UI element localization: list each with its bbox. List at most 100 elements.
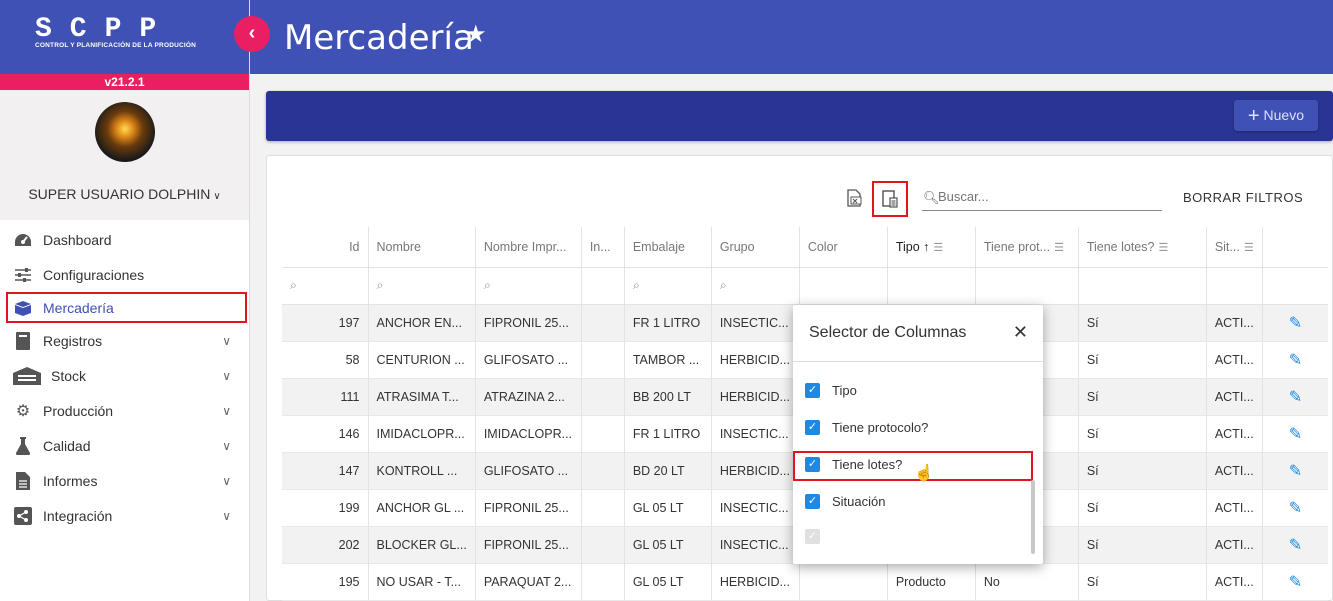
edit-button[interactable]: ✎ [1262, 341, 1329, 379]
filter-cell[interactable]: ⌕ [711, 267, 800, 305]
filter-cell[interactable]: ⌕ [624, 267, 712, 305]
edit-button[interactable]: ✎ [1262, 489, 1329, 527]
chevron-down-icon: ∨ [222, 473, 231, 488]
share-icon [13, 506, 33, 525]
cell-nombre: IMIDACLOPR... [368, 415, 476, 453]
edit-button[interactable]: ✎ [1262, 563, 1329, 601]
cell-situacion: ACTI... [1206, 563, 1263, 601]
column-header-nombre[interactable]: Nombre [368, 227, 476, 268]
column-chooser-button[interactable] [872, 181, 908, 217]
version-label: v21.2.1 [0, 74, 249, 90]
cell-situacion: ACTI... [1206, 378, 1263, 416]
column-option-disabled: ✓ [805, 529, 832, 544]
edit-button[interactable]: ✎ [1262, 415, 1329, 453]
column-header-tipo[interactable]: Tipo ↑ ☰ [887, 227, 976, 268]
column-header-label: Sit... [1214, 239, 1240, 254]
column-header-tiene-protocolo[interactable]: Tiene prot... ☰ [975, 227, 1079, 268]
close-icon[interactable]: ✕ [1013, 322, 1028, 343]
column-header-id[interactable]: Id [282, 227, 369, 268]
export-excel-button[interactable] [847, 189, 865, 207]
new-button[interactable]: + Nuevo [1233, 100, 1318, 131]
sidebar-item-dashboard[interactable]: Dashboard [0, 222, 249, 257]
plus-icon: + [1247, 105, 1260, 127]
column-option-situacion[interactable]: ✓ Situación [805, 494, 885, 509]
chevron-down-icon: ∨ [213, 191, 221, 202]
column-option-tipo[interactable]: ✓ Tipo [805, 383, 857, 398]
column-header-grupo[interactable]: Grupo [711, 227, 800, 268]
column-header-label: Nombre [376, 239, 421, 254]
filter-cell[interactable]: ⌕ [475, 267, 582, 305]
cell-nombre-impresion: IMIDACLOPR... [475, 415, 582, 453]
checkbox-checked[interactable]: ✓ [805, 494, 820, 509]
edit-button[interactable]: ✎ [1262, 526, 1329, 564]
collapse-sidebar-button[interactable]: ‹ [234, 16, 270, 52]
dialog-title: Selector de Columnas [809, 324, 967, 341]
cell-nombre-impresion: ATRAZINA 2... [475, 378, 582, 416]
sidebar-item-mercaderia[interactable]: Mercadería [6, 292, 247, 323]
chevron-left-icon: ‹ [248, 22, 256, 44]
cell-grupo: HERBICID... [711, 452, 800, 490]
table-row[interactable]: 195 NO USAR - T... PARAQUAT 2... GL 05 LT HE… [282, 563, 1329, 601]
cell-grupo: INSECTIC... [711, 304, 800, 342]
cell-in [581, 452, 625, 490]
scrollbar[interactable] [1031, 480, 1035, 554]
sidebar-item-stock[interactable]: Stock ∨ [0, 358, 249, 393]
column-header-situacion[interactable]: Sit... ☰ [1206, 227, 1263, 268]
edit-icon: ✎ [1288, 573, 1303, 591]
clear-filters-button[interactable]: BORRAR FILTROS [1183, 190, 1303, 205]
sidebar-item-calidad[interactable]: Calidad ∨ [0, 428, 249, 463]
cell-embalaje: BD 20 LT [624, 452, 712, 490]
sidebar-item-integracion[interactable]: Integración ∨ [0, 498, 249, 533]
sidebar-item-label: Stock [51, 367, 87, 384]
filter-icon[interactable]: ☰ [933, 242, 943, 254]
chevron-down-icon: ∨ [222, 403, 231, 418]
favorite-star-icon[interactable]: ★ [465, 20, 487, 49]
filter-cell[interactable]: ⌕ [282, 267, 369, 305]
filter-icon[interactable]: ☰ [1158, 242, 1168, 254]
cell-tiene-lotes: Sí [1078, 341, 1207, 379]
column-header-color[interactable]: Color [799, 227, 888, 268]
edit-button[interactable]: ✎ [1262, 304, 1329, 342]
column-header-tiene-lotes[interactable]: Tiene lotes? ☰ [1078, 227, 1207, 268]
cell-id: 147 [282, 452, 369, 490]
checkbox-checked[interactable]: ✓ [805, 420, 820, 435]
cell-nombre: NO USAR - T... [368, 563, 476, 601]
sidebar-item-registros[interactable]: Registros ∨ [0, 323, 249, 358]
sidebar-item-produccion[interactable]: ⚙ Producción ∨ [0, 393, 249, 428]
column-header-nombre-impresion[interactable]: Nombre Impr... [475, 227, 582, 268]
column-option-label: Tipo [832, 383, 857, 398]
column-option-tiene-protocolo[interactable]: ✓ Tiene protocolo? [805, 420, 928, 435]
cell-nombre-impresion: FIPRONIL 25... [475, 526, 582, 564]
filter-icon[interactable]: ☰ [1054, 242, 1064, 254]
edit-button[interactable]: ✎ [1262, 378, 1329, 416]
gauge-icon [13, 231, 33, 249]
hand-cursor-icon: ☝ [914, 465, 934, 482]
cell-nombre: ANCHOR EN... [368, 304, 476, 342]
checkbox-checked[interactable]: ✓ [805, 457, 820, 472]
sidebar: SCPP CONTROL Y PLANIFICACIÓN DE LA PRODU… [0, 0, 250, 601]
filter-icon[interactable]: ☰ [1244, 242, 1254, 254]
filter-cell [581, 267, 625, 305]
sidebar-item-label: Mercadería [43, 299, 114, 316]
cell-in [581, 415, 625, 453]
sidebar-item-informes[interactable]: Informes ∨ [0, 463, 249, 498]
user-menu-toggle[interactable]: SUPER USUARIO DOLPHIN ∨ [0, 186, 249, 202]
column-header-embalaje[interactable]: Embalaje [624, 227, 712, 268]
cell-situacion: ACTI... [1206, 304, 1263, 342]
edit-button[interactable]: ✎ [1262, 452, 1329, 490]
cell-id: 146 [282, 415, 369, 453]
column-header-in[interactable]: In... [581, 227, 625, 268]
boxes-icon [13, 299, 33, 317]
sidebar-item-configuraciones[interactable]: Configuraciones [0, 257, 249, 292]
cell-situacion: ACTI... [1206, 452, 1263, 490]
filter-cell[interactable]: ⌕ [368, 267, 476, 305]
cell-nombre: KONTROLL ... [368, 452, 476, 490]
cell-grupo: HERBICID... [711, 378, 800, 416]
sidebar-item-label: Dashboard [43, 231, 112, 248]
export-icon [847, 189, 862, 207]
column-option-tiene-lotes[interactable]: ✓ Tiene lotes? [805, 457, 902, 472]
cell-embalaje: FR 1 LITRO [624, 304, 712, 342]
column-chooser-icon [882, 190, 898, 208]
search-input[interactable] [938, 189, 1158, 204]
checkbox-checked[interactable]: ✓ [805, 383, 820, 398]
